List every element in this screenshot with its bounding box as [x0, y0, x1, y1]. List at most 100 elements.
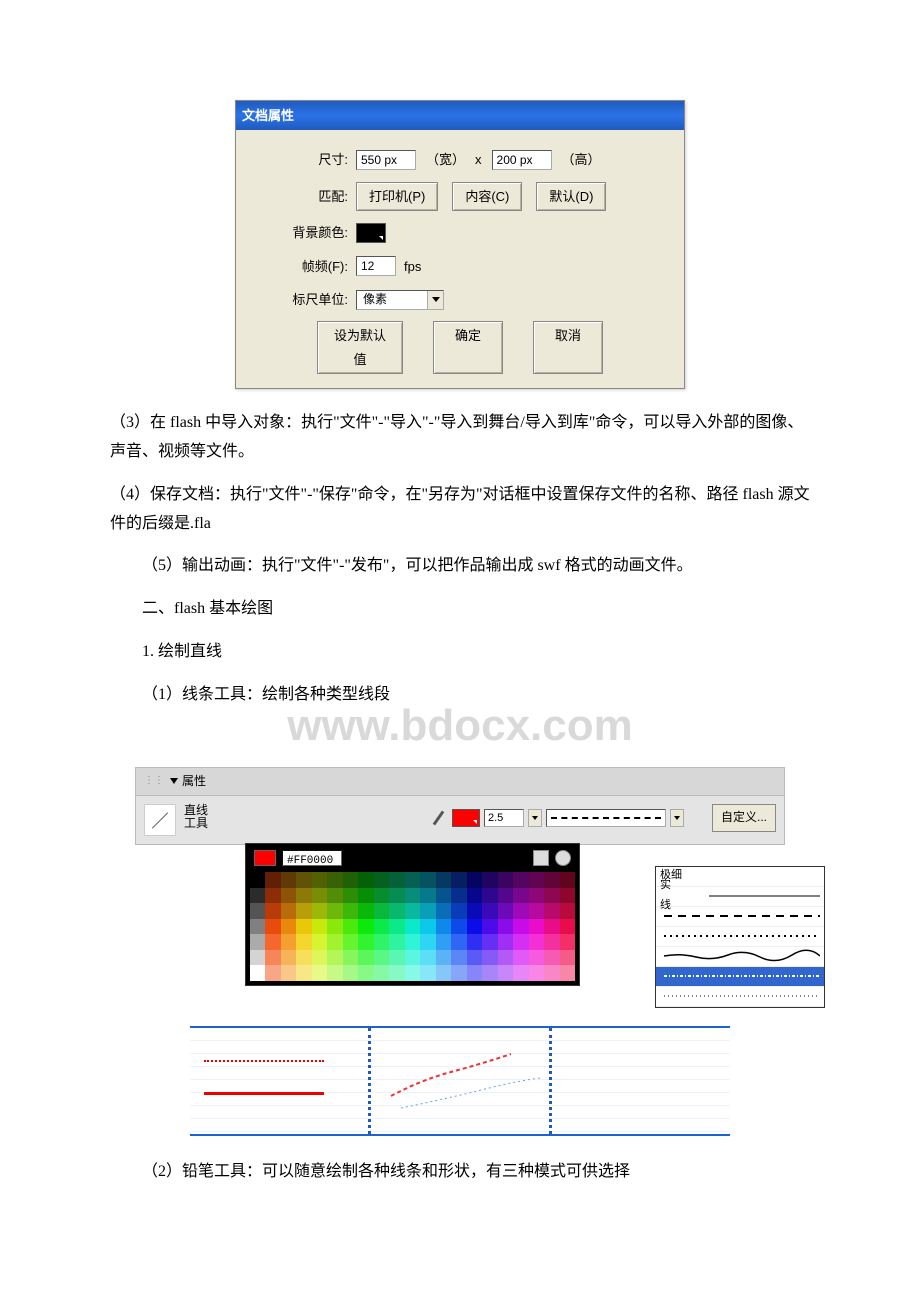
- color-cell[interactable]: [281, 872, 296, 887]
- color-cell[interactable]: [374, 950, 389, 965]
- color-cell[interactable]: [560, 950, 575, 965]
- color-cell[interactable]: [312, 950, 327, 965]
- color-cell[interactable]: [420, 965, 435, 980]
- color-cell[interactable]: [250, 950, 265, 965]
- color-cell[interactable]: [281, 965, 296, 980]
- color-cell[interactable]: [389, 919, 404, 934]
- color-cell[interactable]: [312, 965, 327, 980]
- width-input[interactable]: 550 px: [356, 150, 416, 170]
- color-cell[interactable]: [405, 934, 420, 949]
- color-cell[interactable]: [529, 888, 544, 903]
- color-cell[interactable]: [343, 950, 358, 965]
- color-cell[interactable]: [560, 919, 575, 934]
- color-cell[interactable]: [498, 934, 513, 949]
- color-cell[interactable]: [296, 919, 311, 934]
- color-cell[interactable]: [420, 872, 435, 887]
- style-ragged[interactable]: [656, 947, 824, 967]
- bg-color-swatch[interactable]: [356, 223, 386, 243]
- color-cell[interactable]: [343, 888, 358, 903]
- color-cell[interactable]: [374, 965, 389, 980]
- color-cell[interactable]: [358, 919, 373, 934]
- color-cell[interactable]: [389, 965, 404, 980]
- style-stipple[interactable]: [656, 967, 824, 987]
- color-cell[interactable]: [529, 965, 544, 980]
- color-cell[interactable]: [482, 903, 497, 918]
- color-cell[interactable]: [327, 919, 342, 934]
- color-cell[interactable]: [451, 934, 466, 949]
- stroke-weight-stepper[interactable]: [528, 809, 542, 827]
- color-cell[interactable]: [544, 872, 559, 887]
- color-cell[interactable]: [451, 950, 466, 965]
- color-cell[interactable]: [420, 919, 435, 934]
- fps-input[interactable]: 12: [356, 256, 396, 276]
- color-cell[interactable]: [467, 872, 482, 887]
- color-cell[interactable]: [312, 888, 327, 903]
- color-cell[interactable]: [529, 903, 544, 918]
- color-cell[interactable]: [265, 965, 280, 980]
- color-cell[interactable]: [265, 872, 280, 887]
- color-cell[interactable]: [513, 919, 528, 934]
- color-cell[interactable]: [436, 919, 451, 934]
- color-cell[interactable]: [265, 888, 280, 903]
- color-cell[interactable]: [560, 903, 575, 918]
- color-cell[interactable]: [389, 903, 404, 918]
- color-cell[interactable]: [358, 950, 373, 965]
- color-cell[interactable]: [389, 934, 404, 949]
- color-cell[interactable]: [513, 888, 528, 903]
- style-hatched[interactable]: [656, 987, 824, 1007]
- color-cell[interactable]: [451, 965, 466, 980]
- color-grid[interactable]: [250, 872, 575, 980]
- color-cell[interactable]: [420, 888, 435, 903]
- color-cell[interactable]: [327, 950, 342, 965]
- color-cell[interactable]: [265, 934, 280, 949]
- color-cell[interactable]: [281, 919, 296, 934]
- style-solid[interactable]: 实线: [656, 887, 824, 907]
- color-cell[interactable]: [405, 888, 420, 903]
- properties-header[interactable]: ⋮⋮ 属性: [136, 768, 784, 797]
- color-cell[interactable]: [250, 919, 265, 934]
- style-dotted[interactable]: [656, 927, 824, 947]
- color-cell[interactable]: [296, 950, 311, 965]
- color-cell[interactable]: [281, 888, 296, 903]
- hex-input[interactable]: #FF0000: [282, 850, 342, 866]
- custom-button[interactable]: 自定义...: [712, 804, 776, 832]
- color-cell[interactable]: [529, 919, 544, 934]
- color-cell[interactable]: [281, 903, 296, 918]
- color-cell[interactable]: [544, 950, 559, 965]
- color-cell[interactable]: [250, 965, 265, 980]
- color-cell[interactable]: [498, 888, 513, 903]
- color-cell[interactable]: [482, 919, 497, 934]
- color-cell[interactable]: [250, 934, 265, 949]
- color-cell[interactable]: [374, 919, 389, 934]
- color-cell[interactable]: [405, 872, 420, 887]
- color-cell[interactable]: [296, 903, 311, 918]
- color-cell[interactable]: [498, 950, 513, 965]
- color-cell[interactable]: [482, 888, 497, 903]
- color-cell[interactable]: [250, 872, 265, 887]
- color-cell[interactable]: [374, 888, 389, 903]
- color-cell[interactable]: [498, 872, 513, 887]
- color-cell[interactable]: [327, 872, 342, 887]
- color-cell[interactable]: [436, 888, 451, 903]
- color-cell[interactable]: [544, 934, 559, 949]
- color-cell[interactable]: [265, 919, 280, 934]
- line-style-dropdown[interactable]: [670, 809, 684, 827]
- color-cell[interactable]: [389, 888, 404, 903]
- color-cell[interactable]: [327, 934, 342, 949]
- color-cell[interactable]: [482, 934, 497, 949]
- color-cell[interactable]: [544, 903, 559, 918]
- color-cell[interactable]: [560, 965, 575, 980]
- ruler-dropdown[interactable]: 像素: [356, 290, 444, 310]
- color-cell[interactable]: [327, 903, 342, 918]
- color-cell[interactable]: [513, 903, 528, 918]
- no-color-icon[interactable]: [533, 850, 549, 866]
- color-cell[interactable]: [358, 872, 373, 887]
- color-cell[interactable]: [436, 872, 451, 887]
- color-cell[interactable]: [482, 965, 497, 980]
- color-cell[interactable]: [451, 903, 466, 918]
- color-cell[interactable]: [296, 934, 311, 949]
- color-cell[interactable]: [420, 934, 435, 949]
- color-cell[interactable]: [560, 888, 575, 903]
- color-cell[interactable]: [327, 965, 342, 980]
- color-cell[interactable]: [513, 950, 528, 965]
